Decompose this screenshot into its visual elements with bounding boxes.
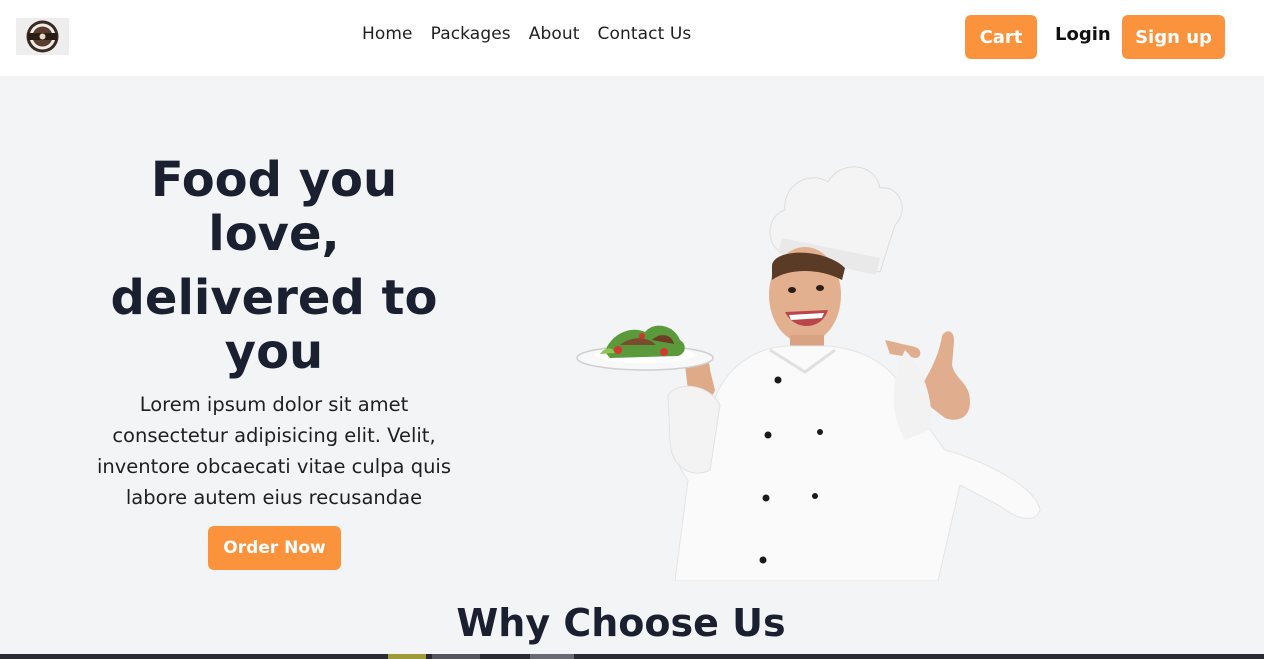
navbar: Home Packages About Contact Us Cart Logi… bbox=[0, 0, 1264, 76]
strip-segment bbox=[388, 654, 426, 659]
strip-segment bbox=[432, 654, 480, 659]
strip-segment bbox=[530, 654, 574, 659]
nav-link-about[interactable]: About bbox=[529, 24, 580, 44]
next-section-strip bbox=[0, 654, 1264, 659]
hero-title-line1: Food you love, bbox=[150, 152, 398, 262]
logo[interactable] bbox=[16, 18, 69, 55]
hero-description: Lorem ipsum dolor sit amet consectetur a… bbox=[96, 393, 452, 509]
nav-link-packages[interactable]: Packages bbox=[431, 24, 511, 44]
cart-button[interactable]: Cart bbox=[965, 15, 1037, 59]
nav-link-contact[interactable]: Contact Us bbox=[598, 24, 692, 44]
logo-badge-icon bbox=[26, 20, 59, 53]
login-link[interactable]: Login bbox=[1055, 24, 1111, 45]
hero-title-line2: delivered to you bbox=[110, 270, 438, 380]
signup-button[interactable]: Sign up bbox=[1122, 15, 1225, 59]
chef-holding-salad-icon bbox=[576, 166, 1041, 582]
nav-link-home[interactable]: Home bbox=[362, 24, 413, 44]
why-choose-us-heading: Why Choose Us bbox=[456, 601, 786, 645]
hero-text-block: Food you love, delivered to you Lorem ip… bbox=[96, 153, 452, 513]
chef-image bbox=[560, 140, 1080, 582]
main-nav: Home Packages About Contact Us bbox=[362, 24, 691, 44]
order-now-button[interactable]: Order Now bbox=[208, 526, 341, 570]
